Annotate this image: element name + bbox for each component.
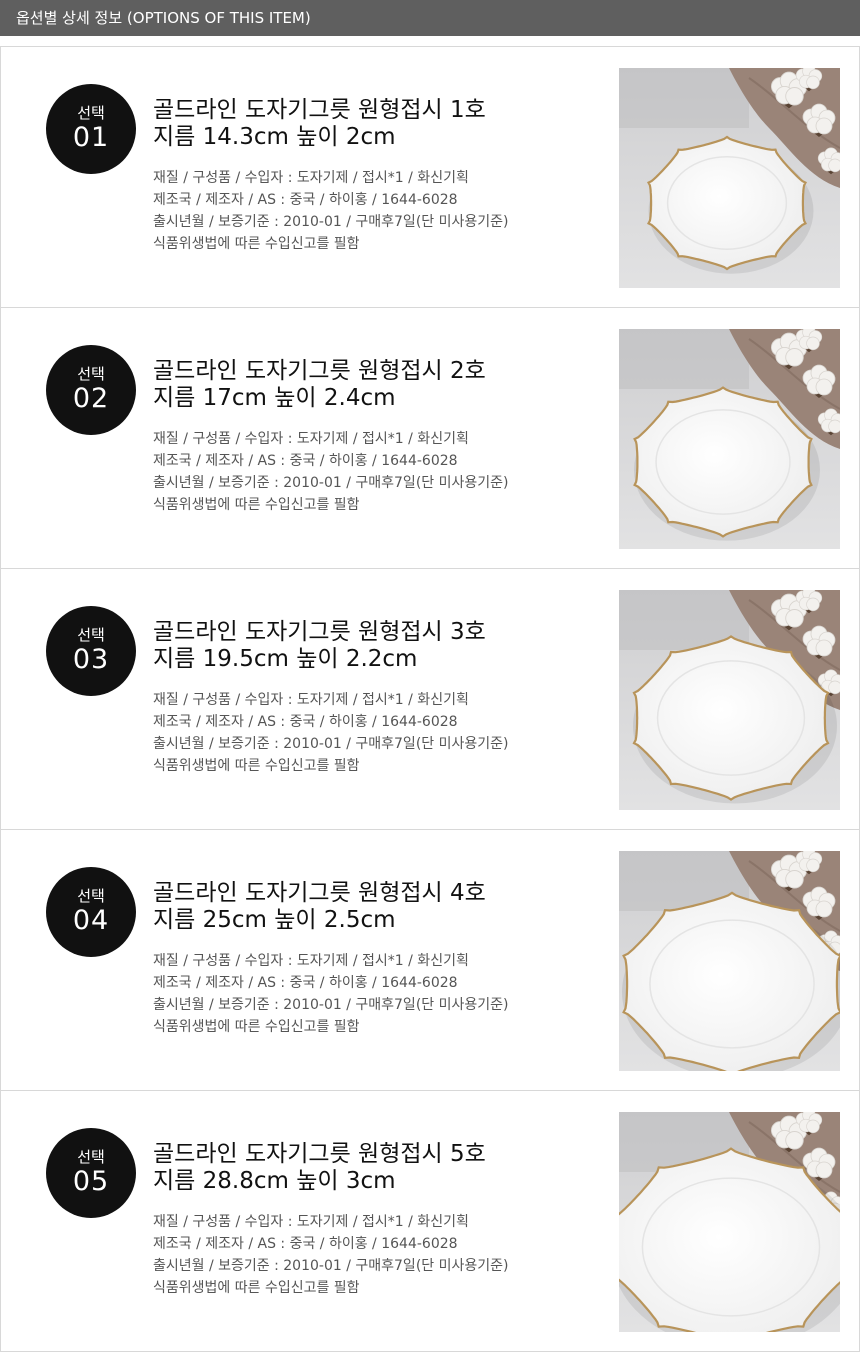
- product-name: 골드라인 도자기그릇 원형접시 2호: [153, 358, 486, 384]
- options-list: 선택 01 골드라인 도자기그릇 원형접시 1호 지름 14.3cm 높이 2c…: [0, 46, 860, 1352]
- badge-label: 선택: [77, 1148, 105, 1166]
- option-item: 선택 04 골드라인 도자기그릇 원형접시 4호 지름 25cm 높이 2.5c…: [0, 830, 860, 1091]
- option-badge: 선택 03: [46, 606, 136, 696]
- spec-line: 제조국 / 제조자 / AS : 중국 / 하이홍 / 1644-6028: [153, 975, 458, 991]
- product-photo: [619, 851, 840, 1071]
- spec-line: 식품위생법에 따른 수입신고를 필함: [153, 758, 360, 774]
- product-photo: [619, 1112, 840, 1332]
- option-title: 골드라인 도자기그릇 원형접시 3호 지름 19.5cm 높이 2.2cm: [153, 619, 593, 673]
- product-size: 지름 25cm 높이 2.5cm: [153, 907, 396, 933]
- badge-number: 05: [72, 1166, 110, 1197]
- spec-line: 재질 / 구성품 / 수입자 : 도자기제 / 접시*1 / 화신기획: [153, 170, 469, 186]
- spec-line: 재질 / 구성품 / 수입자 : 도자기제 / 접시*1 / 화신기획: [153, 1214, 469, 1230]
- option-item: 선택 03 골드라인 도자기그릇 원형접시 3호 지름 19.5cm 높이 2.…: [0, 569, 860, 830]
- spec-list: 재질 / 구성품 / 수입자 : 도자기제 / 접시*1 / 화신기획 제조국 …: [153, 428, 593, 516]
- spec-list: 재질 / 구성품 / 수입자 : 도자기제 / 접시*1 / 화신기획 제조국 …: [153, 689, 593, 777]
- option-title: 골드라인 도자기그릇 원형접시 4호 지름 25cm 높이 2.5cm: [153, 880, 593, 934]
- product-photo: [619, 329, 840, 549]
- spec-list: 재질 / 구성품 / 수입자 : 도자기제 / 접시*1 / 화신기획 제조국 …: [153, 167, 593, 255]
- spec-line: 출시년월 / 보증기준 : 2010-01 / 구매후7일(단 미사용기준): [153, 475, 509, 491]
- spec-line: 출시년월 / 보증기준 : 2010-01 / 구매후7일(단 미사용기준): [153, 214, 509, 230]
- spec-list: 재질 / 구성품 / 수입자 : 도자기제 / 접시*1 / 화신기획 제조국 …: [153, 950, 593, 1038]
- product-name: 골드라인 도자기그릇 원형접시 3호: [153, 619, 486, 645]
- badge-label: 선택: [77, 626, 105, 644]
- product-size: 지름 14.3cm 높이 2cm: [153, 124, 396, 150]
- spec-line: 재질 / 구성품 / 수입자 : 도자기제 / 접시*1 / 화신기획: [153, 431, 469, 447]
- option-item: 선택 01 골드라인 도자기그릇 원형접시 1호 지름 14.3cm 높이 2c…: [0, 46, 860, 308]
- product-name: 골드라인 도자기그릇 원형접시 5호: [153, 1141, 486, 1167]
- option-title: 골드라인 도자기그릇 원형접시 5호 지름 28.8cm 높이 3cm: [153, 1141, 593, 1195]
- product-photo: [619, 590, 840, 810]
- badge-number: 02: [72, 383, 110, 414]
- spec-line: 출시년월 / 보증기준 : 2010-01 / 구매후7일(단 미사용기준): [153, 1258, 509, 1274]
- product-size: 지름 19.5cm 높이 2.2cm: [153, 646, 418, 672]
- spec-line: 재질 / 구성품 / 수입자 : 도자기제 / 접시*1 / 화신기획: [153, 692, 469, 708]
- badge-label: 선택: [77, 104, 105, 122]
- option-title: 골드라인 도자기그릇 원형접시 1호 지름 14.3cm 높이 2cm: [153, 97, 593, 151]
- spec-line: 출시년월 / 보증기준 : 2010-01 / 구매후7일(단 미사용기준): [153, 997, 509, 1013]
- section-header: 옵션별 상세 정보 (OPTIONS OF THIS ITEM): [0, 0, 860, 36]
- option-badge: 선택 05: [46, 1128, 136, 1218]
- spec-line: 식품위생법에 따른 수입신고를 필함: [153, 497, 360, 513]
- spec-line: 제조국 / 제조자 / AS : 중국 / 하이홍 / 1644-6028: [153, 453, 458, 469]
- spec-line: 제조국 / 제조자 / AS : 중국 / 하이홍 / 1644-6028: [153, 192, 458, 208]
- option-item: 선택 02 골드라인 도자기그릇 원형접시 2호 지름 17cm 높이 2.4c…: [0, 308, 860, 569]
- section-title: 옵션별 상세 정보 (OPTIONS OF THIS ITEM): [16, 9, 311, 27]
- option-badge: 선택 01: [46, 84, 136, 174]
- spec-line: 식품위생법에 따른 수입신고를 필함: [153, 1280, 360, 1296]
- product-name: 골드라인 도자기그릇 원형접시 1호: [153, 97, 486, 123]
- spec-line: 출시년월 / 보증기준 : 2010-01 / 구매후7일(단 미사용기준): [153, 736, 509, 752]
- option-badge: 선택 02: [46, 345, 136, 435]
- spec-list: 재질 / 구성품 / 수입자 : 도자기제 / 접시*1 / 화신기획 제조국 …: [153, 1211, 593, 1299]
- badge-label: 선택: [77, 365, 105, 383]
- spec-line: 재질 / 구성품 / 수입자 : 도자기제 / 접시*1 / 화신기획: [153, 953, 469, 969]
- spec-line: 제조국 / 제조자 / AS : 중국 / 하이홍 / 1644-6028: [153, 714, 458, 730]
- badge-label: 선택: [77, 887, 105, 905]
- product-size: 지름 28.8cm 높이 3cm: [153, 1168, 396, 1194]
- product-name: 골드라인 도자기그릇 원형접시 4호: [153, 880, 486, 906]
- product-photo: [619, 68, 840, 288]
- product-size: 지름 17cm 높이 2.4cm: [153, 385, 396, 411]
- spec-line: 식품위생법에 따른 수입신고를 필함: [153, 236, 360, 252]
- option-item: 선택 05 골드라인 도자기그릇 원형접시 5호 지름 28.8cm 높이 3c…: [0, 1091, 860, 1352]
- option-title: 골드라인 도자기그릇 원형접시 2호 지름 17cm 높이 2.4cm: [153, 358, 593, 412]
- spec-line: 식품위생법에 따른 수입신고를 필함: [153, 1019, 360, 1035]
- badge-number: 01: [72, 122, 110, 153]
- spec-line: 제조국 / 제조자 / AS : 중국 / 하이홍 / 1644-6028: [153, 1236, 458, 1252]
- badge-number: 04: [72, 905, 110, 936]
- option-badge: 선택 04: [46, 867, 136, 957]
- badge-number: 03: [72, 644, 110, 675]
